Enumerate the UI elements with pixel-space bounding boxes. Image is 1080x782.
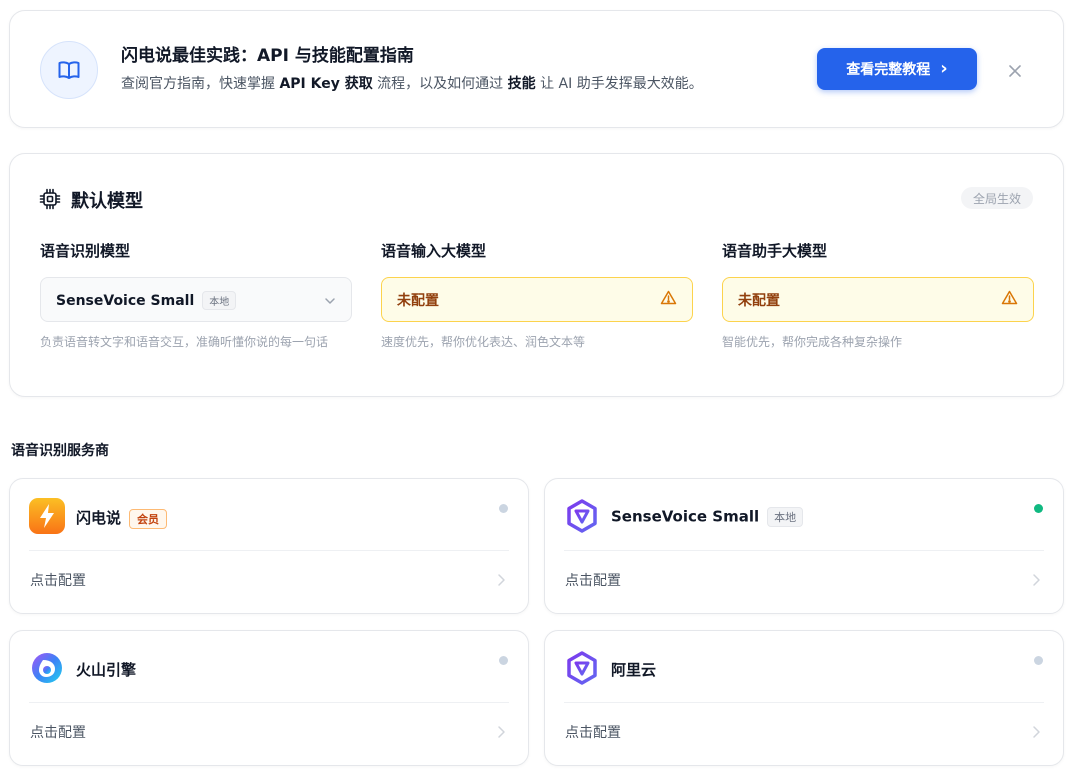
local-tag: 本地 xyxy=(767,507,804,527)
default-model-title: 默认模型 xyxy=(71,191,143,212)
warning-icon xyxy=(1001,290,1018,309)
assistant-llm-value: 未配置 xyxy=(738,292,780,309)
providers-section-title: 语音识别服务商 xyxy=(11,443,109,459)
banner-description: 查阅官方指南，快速掌握 API Key 获取 流程，以及如何通过 技能 让 AI… xyxy=(121,76,703,92)
provider-card-sensevoice[interactable]: SenseVoice Small 本地 点击配置 xyxy=(544,478,1064,614)
provider-card-volcengine[interactable]: 火山引擎 点击配置 xyxy=(9,630,529,766)
assistant-llm-description: 智能优先，帮你完成各种复杂操作 xyxy=(722,335,903,349)
member-tag: 会员 xyxy=(129,508,168,529)
chevron-right-icon: › xyxy=(940,58,948,79)
provider-name: 阿里云 xyxy=(611,661,657,679)
input-llm-description: 速度优先，帮你优化表达、润色文本等 xyxy=(381,335,586,349)
volcano-logo-icon xyxy=(29,650,65,686)
chevron-right-icon xyxy=(496,572,506,586)
configure-link[interactable]: 点击配置 xyxy=(30,570,86,590)
status-dot-inactive xyxy=(1034,656,1043,665)
view-tutorial-button[interactable]: 查看完整教程 › xyxy=(817,48,977,90)
asr-model-label: 语音识别模型 xyxy=(40,242,131,260)
lightning-logo-icon xyxy=(29,498,65,534)
asr-model-select[interactable]: SenseVoice Small 本地 xyxy=(40,277,352,322)
chevron-right-icon xyxy=(496,724,506,738)
scope-badge: 全局生效 xyxy=(960,187,1033,209)
status-dot-inactive xyxy=(499,504,508,513)
configure-link[interactable]: 点击配置 xyxy=(30,722,86,742)
settings-page: 闪电说最佳实践：API 与技能配置指南 查阅官方指南，快速掌握 API Key … xyxy=(0,0,1080,782)
assistant-llm-column: 语音助手大模型 未配置 智能优先，帮你完成各种复杂操作 xyxy=(722,240,1034,351)
input-llm-column: 语音输入大模型 未配置 速度优先，帮你优化表达、润色文本等 xyxy=(381,240,693,351)
provider-name: SenseVoice Small 本地 xyxy=(611,507,804,527)
divider xyxy=(564,550,1044,551)
divider xyxy=(564,702,1044,703)
input-llm-value: 未配置 xyxy=(397,292,439,309)
chip-icon xyxy=(39,188,61,210)
provider-card-aliyun[interactable]: 阿里云 点击配置 xyxy=(544,630,1064,766)
chevron-right-icon xyxy=(1031,572,1041,586)
chevron-down-icon xyxy=(324,290,336,309)
assistant-llm-select[interactable]: 未配置 xyxy=(722,277,1034,322)
warning-icon xyxy=(660,290,677,309)
chevron-right-icon xyxy=(1031,724,1041,738)
input-llm-label: 语音输入大模型 xyxy=(381,242,487,260)
provider-card-shandianshuo[interactable]: 闪电说 会员 点击配置 xyxy=(9,478,529,614)
configure-link[interactable]: 点击配置 xyxy=(565,570,621,590)
guide-banner: 闪电说最佳实践：API 与技能配置指南 查阅官方指南，快速掌握 API Key … xyxy=(9,10,1064,128)
divider xyxy=(29,702,509,703)
status-dot-active xyxy=(1034,504,1043,513)
default-model-card: 默认模型 全局生效 语音识别模型 SenseVoice Small 本地 负责语音… xyxy=(9,153,1064,397)
provider-name: 火山引擎 xyxy=(76,661,137,679)
configure-link[interactable]: 点击配置 xyxy=(565,722,621,742)
close-icon[interactable] xyxy=(1003,59,1027,83)
asr-model-column: 语音识别模型 SenseVoice Small 本地 负责语音转文字和语音交互，准… xyxy=(40,240,352,351)
provider-name: 闪电说 会员 xyxy=(76,507,168,529)
divider xyxy=(29,550,509,551)
status-dot-inactive xyxy=(499,656,508,665)
view-tutorial-label: 查看完整教程 xyxy=(846,62,931,78)
book-icon xyxy=(40,41,98,99)
asr-model-value: SenseVoice Small xyxy=(56,292,195,309)
input-llm-select[interactable]: 未配置 xyxy=(381,277,693,322)
assistant-llm-label: 语音助手大模型 xyxy=(722,242,828,260)
sensevoice-logo-icon xyxy=(564,498,600,534)
aliyun-logo-icon xyxy=(564,650,600,686)
banner-title: 闪电说最佳实践：API 与技能配置指南 xyxy=(121,46,414,66)
asr-model-description: 负责语音转文字和语音交互，准确听懂你说的每一句话 xyxy=(40,335,329,349)
local-tag: 本地 xyxy=(202,290,237,310)
